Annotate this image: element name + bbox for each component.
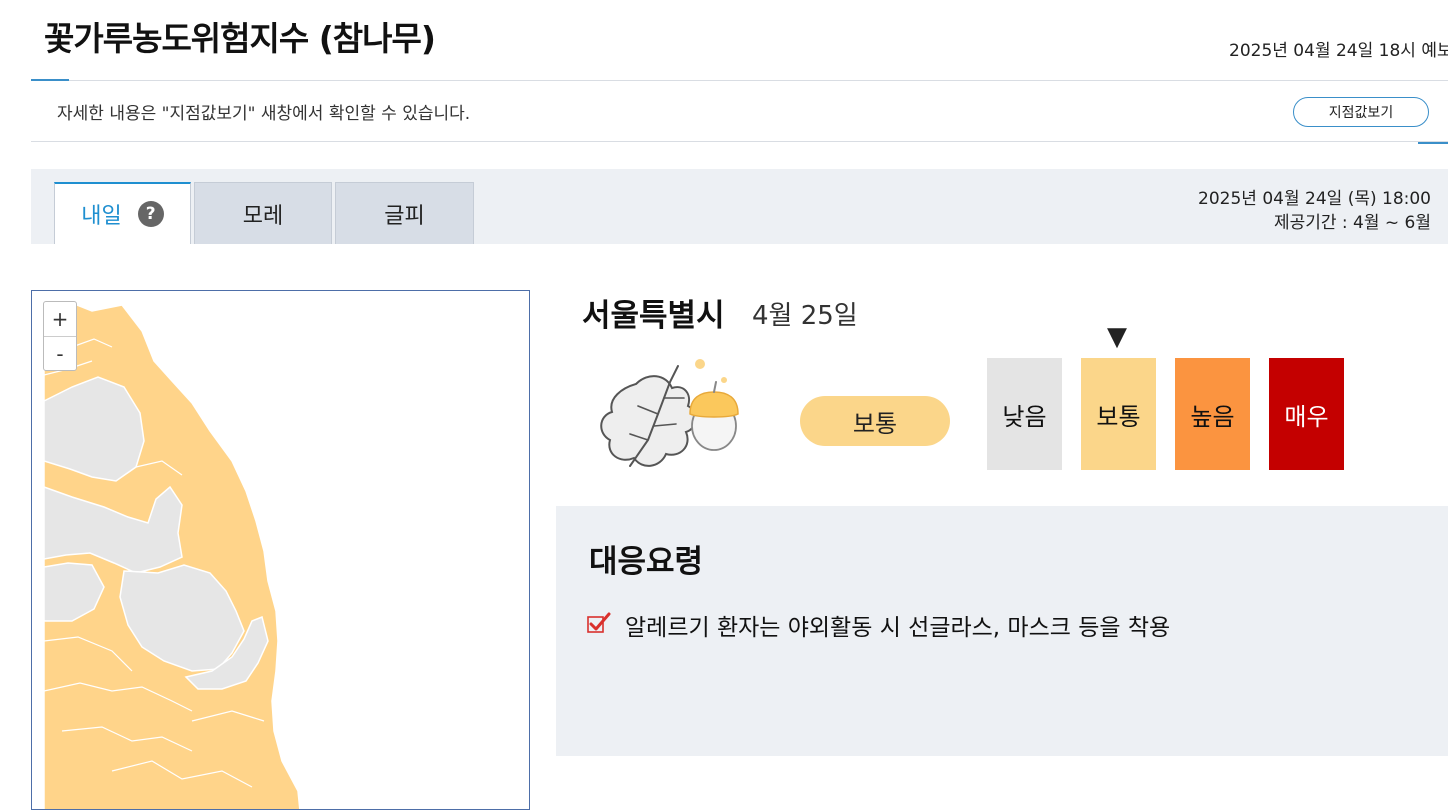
pollen-leaf-acorn-icon (596, 354, 756, 484)
level-very-high: 매우 (1269, 358, 1344, 470)
issue-datetime: 2025년 04월 24일 (목) 18:00 (1198, 189, 1431, 209)
site-values-button[interactable]: 지점값보기 (1293, 97, 1429, 127)
tab-day-after-tomorrow-label: 모레 (242, 203, 284, 229)
forecast-time: 2025년 04월 24일 18시 예보 (1229, 41, 1448, 61)
forecast-date: 4월 25일 (752, 301, 858, 331)
korea-region-map (43, 302, 301, 809)
region-name: 서울특별시 (582, 298, 725, 334)
pollen-risk-map[interactable] (31, 290, 530, 810)
tab-tomorrow[interactable]: 내일 ? (54, 182, 191, 244)
tab-tomorrow-label: 내일 (81, 204, 122, 229)
level-low: 낮음 (987, 358, 1062, 470)
notice-accent-line (31, 79, 69, 81)
page-title: 꽃가루농도위험지수 (참나무) (44, 19, 436, 58)
level-normal: 보통 (1081, 358, 1156, 470)
zoom-in-button[interactable]: + (44, 302, 76, 337)
zoom-controls: + - (43, 301, 77, 371)
tab-day-after-tomorrow[interactable]: 모레 (194, 182, 332, 244)
tab-two-days-after-tomorrow-label: 글피 (384, 203, 425, 229)
tab-two-days-after-tomorrow[interactable]: 글피 (335, 182, 474, 244)
level-high: 높음 (1175, 358, 1250, 470)
level-indicator-arrow: ▼ (1107, 322, 1127, 352)
response-guide-item: 알레르기 환자는 야외활동 시 선글라스, 마스크 등을 착용 (625, 615, 1171, 641)
current-level-badge: 보통 (800, 396, 950, 446)
zoom-out-button[interactable]: - (44, 337, 76, 371)
checkmark-icon (587, 612, 611, 634)
response-guide-title: 대응요령 (589, 544, 704, 580)
notice-accent-line (1418, 142, 1448, 144)
provide-period: 제공기간 : 4월 ~ 6월 (1273, 213, 1431, 233)
notice-text: 자세한 내용은 "지점값보기" 새창에서 확인할 수 있습니다. (57, 104, 471, 124)
help-icon[interactable]: ? (137, 201, 164, 227)
